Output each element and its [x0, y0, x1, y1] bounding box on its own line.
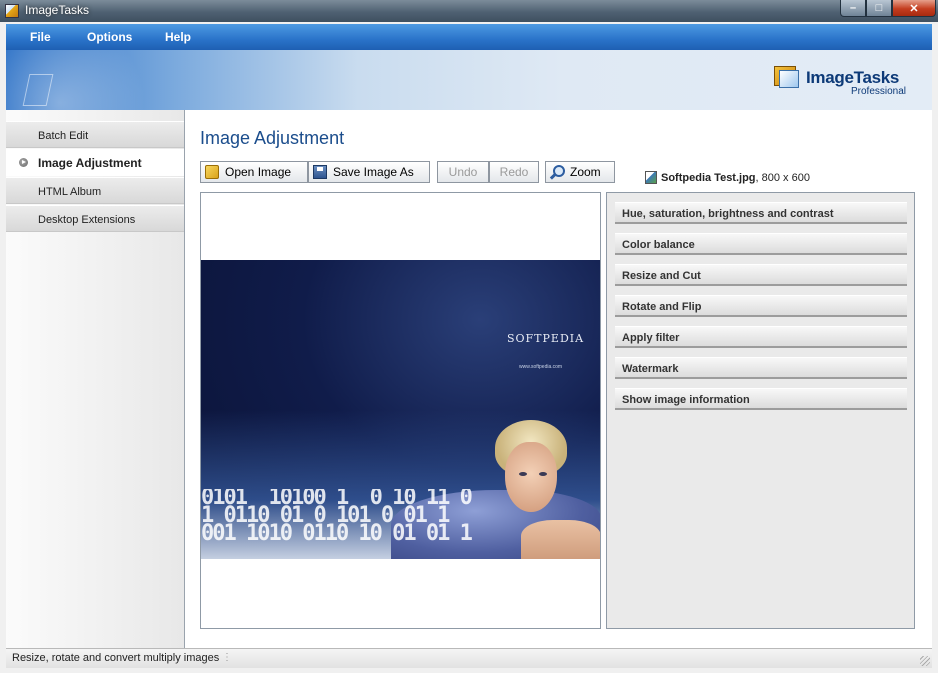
option-apply-filter[interactable]: Apply filter	[615, 326, 907, 348]
sidebar-item-image-adjustment[interactable]: Image Adjustment	[6, 149, 184, 176]
sidebar-item-label: Desktop Extensions	[38, 214, 136, 226]
option-label: Show image information	[622, 394, 750, 406]
undo-label: Undo	[448, 165, 478, 179]
close-icon: ✕	[909, 2, 919, 15]
adjustment-options-panel: Hue, saturation, brightness and contrast…	[606, 192, 915, 629]
open-image-button[interactable]: Open Image	[200, 161, 308, 183]
imagetasks-logo-icon	[774, 64, 800, 88]
sidebar: Batch Edit Image Adjustment HTML Album D…	[6, 110, 185, 648]
image-preview: SOFTPEDIA www.softpedia.com 0101 10100 1…	[201, 260, 600, 559]
magnifier-icon	[550, 165, 565, 179]
sidebar-item-label: HTML Album	[38, 186, 102, 198]
maximize-icon: □	[875, 2, 883, 14]
maximize-button[interactable]: □	[866, 0, 892, 17]
status-text: Resize, rotate and convert multiply imag…	[12, 652, 220, 664]
sidebar-item-html-album[interactable]: HTML Album	[6, 177, 184, 204]
window-title: ImageTasks	[25, 3, 90, 17]
preview-portrait	[391, 420, 600, 559]
file-dimensions: , 800 x 600	[755, 171, 810, 184]
brand-name: ImageTasks	[806, 68, 900, 87]
file-name: Softpedia Test.jpg	[661, 171, 756, 184]
image-file-icon	[645, 171, 657, 184]
option-label: Color balance	[622, 239, 695, 251]
brand-edition: Professional	[851, 86, 907, 97]
zoom-label: Zoom	[570, 165, 601, 179]
menu-bar: File Options Help	[6, 24, 932, 50]
option-label: Rotate and Flip	[622, 301, 702, 313]
zoom-button[interactable]: Zoom	[545, 161, 615, 183]
minimize-icon: –	[849, 2, 857, 14]
selected-arrow-icon	[19, 158, 28, 167]
redo-label: Redo	[499, 165, 529, 179]
main-panel: Image Adjustment Open Image Save Image A…	[185, 110, 932, 648]
sidebar-item-label: Batch Edit	[38, 130, 89, 142]
app-window: ImageTasks – □ ✕ File Options Help Image…	[0, 0, 938, 673]
save-disk-icon	[313, 165, 327, 179]
preview-logo-text: SOFTPEDIA	[507, 332, 585, 345]
resize-grip-icon[interactable]	[920, 656, 930, 666]
minimize-button[interactable]: –	[840, 0, 866, 17]
save-image-as-label: Save Image As	[333, 165, 414, 179]
window-controls: – □ ✕	[840, 0, 936, 18]
option-label: Apply filter	[622, 332, 680, 344]
status-separator-icon: ⋮	[222, 652, 232, 663]
undo-button[interactable]: Undo	[437, 161, 489, 183]
option-rotate-flip[interactable]: Rotate and Flip	[615, 295, 907, 317]
sidebar-item-label: Image Adjustment	[38, 156, 142, 170]
preview-binary-digits: 0101 10100 1 0 10 11 0 1 0110 01 0 101 0…	[201, 489, 473, 546]
option-show-image-information[interactable]: Show image information	[615, 388, 907, 410]
option-resize-cut[interactable]: Resize and Cut	[615, 264, 907, 286]
save-image-as-button[interactable]: Save Image As	[308, 161, 430, 183]
preview-url-text: www.softpedia.com	[519, 364, 563, 370]
option-hue-saturation[interactable]: Hue, saturation, brightness and contrast	[615, 202, 907, 224]
open-image-label: Open Image	[225, 165, 292, 179]
title-bar[interactable]: ImageTasks – □ ✕	[0, 0, 938, 22]
status-bar: Resize, rotate and convert multiply imag…	[6, 648, 932, 668]
sidebar-item-batch-edit[interactable]: Batch Edit	[6, 121, 184, 148]
menu-help[interactable]: Help	[165, 30, 191, 44]
page-title: Image Adjustment	[200, 128, 345, 148]
sidebar-item-desktop-extensions[interactable]: Desktop Extensions	[6, 205, 184, 232]
close-button[interactable]: ✕	[892, 0, 936, 17]
app-icon	[5, 4, 19, 18]
option-label: Watermark	[622, 363, 679, 375]
header-banner: ImageTasks Professional	[6, 50, 932, 110]
option-watermark[interactable]: Watermark	[615, 357, 907, 379]
option-label: Resize and Cut	[622, 270, 701, 282]
image-preview-panel[interactable]: SOFTPEDIA www.softpedia.com 0101 10100 1…	[200, 192, 601, 629]
menu-options[interactable]: Options	[87, 30, 132, 44]
menu-file[interactable]: File	[30, 30, 51, 44]
file-info: Softpedia Test.jpg , 800 x 600	[645, 171, 810, 184]
option-label: Hue, saturation, brightness and contrast	[622, 208, 834, 220]
option-color-balance[interactable]: Color balance	[615, 233, 907, 255]
redo-button[interactable]: Redo	[489, 161, 539, 183]
open-folder-icon	[205, 165, 219, 179]
